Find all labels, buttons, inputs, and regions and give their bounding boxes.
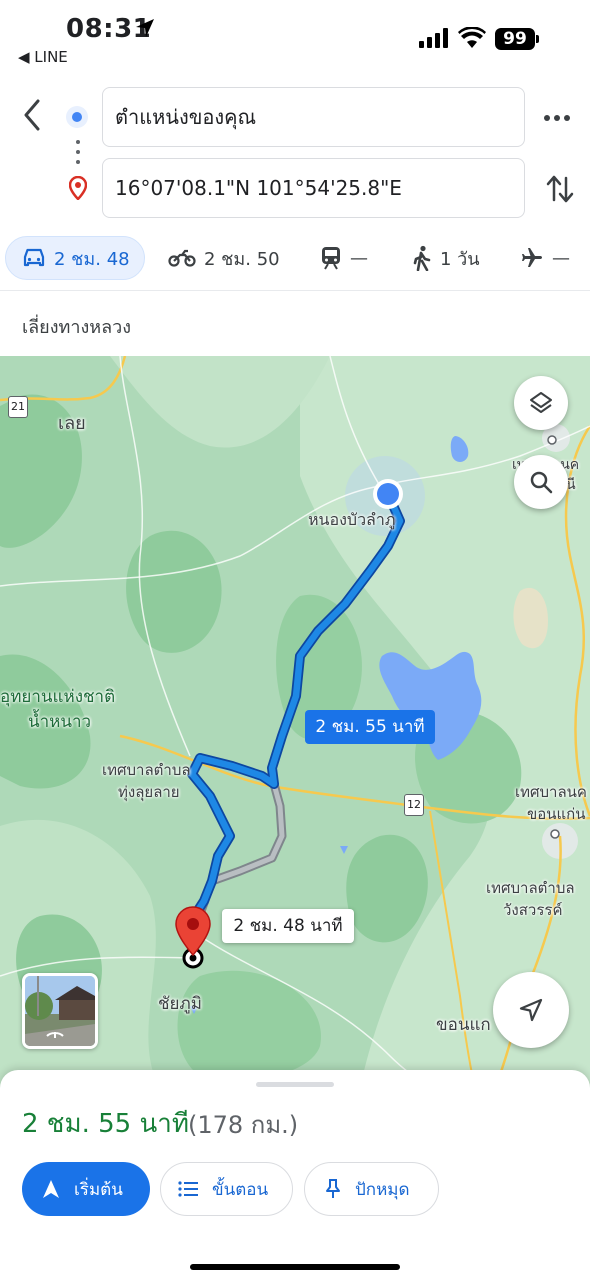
mode-tab-motorcycle[interactable]: 2 ชม. 50 — [168, 236, 280, 280]
route-shield-12: 12 — [404, 794, 424, 816]
wifi-icon — [458, 27, 486, 48]
navigation-start-icon — [43, 1180, 59, 1198]
travel-mode-tabs: 2 ชม. 48 2 ชม. 50 — 1 วัน — — [0, 236, 590, 284]
steps-button-label: ขั้นตอน — [212, 1179, 269, 1200]
mode-tab-flight[interactable]: — — [520, 236, 570, 280]
navigation-arrow-icon — [519, 998, 543, 1022]
street-view-image — [25, 976, 95, 1046]
steps-button[interactable]: ขั้นตอน — [160, 1162, 293, 1216]
list-icon — [178, 1181, 198, 1197]
more-options-icon[interactable] — [540, 108, 574, 128]
map-label-nong-bua-lamphu: หนองบัวลำภู — [308, 510, 396, 529]
trip-distance: (178 กม.) — [188, 1111, 299, 1139]
mode-tab-drive[interactable]: 2 ชม. 48 — [5, 236, 145, 280]
mode-walk-label: 1 วัน — [440, 248, 480, 270]
map-label-national-park-2: น้ำหนาว — [28, 712, 92, 732]
home-indicator — [190, 1264, 400, 1270]
pushpin-icon — [326, 1179, 340, 1198]
motorcycle-icon — [168, 249, 196, 267]
back-button[interactable] — [14, 95, 50, 135]
start-button-label: เริ่มต้น — [74, 1179, 123, 1200]
destination-marker-icon[interactable] — [175, 906, 211, 956]
alt-route-time-badge[interactable]: 2 ชม. 48 นาที — [222, 909, 354, 943]
route-time-badge[interactable]: 2 ชม. 55 นาที — [305, 710, 435, 744]
car-icon — [23, 248, 45, 267]
plane-icon — [522, 248, 542, 267]
mode-tab-transit[interactable]: — — [320, 236, 368, 280]
route-shield-21: 21 — [8, 396, 28, 418]
cellular-signal-icon — [419, 28, 448, 48]
directions-sheet: 2 ชม. 55 นาที (178 กม.) เริ่มต้น ขั้นตอน… — [0, 1070, 590, 1280]
route-option-note: เลี่ยงทางหลวง — [22, 317, 132, 338]
layers-icon — [530, 392, 552, 413]
map-label-loei: เลย — [58, 413, 86, 434]
mode-motorcycle-label: 2 ชม. 50 — [204, 248, 280, 270]
map-label-wang-sawat-2: วังสวรรค์ — [503, 901, 563, 919]
battery-indicator: 99 — [495, 28, 535, 50]
battery-tip — [536, 35, 539, 43]
train-icon — [322, 247, 340, 270]
map-label-national-park-1: อุทยานแห่งชาติ — [0, 687, 116, 707]
search-icon — [530, 471, 553, 494]
map-label-khon-kaen: ขอนแก — [436, 1015, 491, 1035]
start-button[interactable]: เริ่มต้น — [22, 1162, 150, 1216]
mode-flight-label: — — [552, 247, 570, 269]
route-connector-dots — [76, 140, 80, 170]
map-label-chaiyaphum: ชัยภูมิ — [158, 994, 202, 1014]
mode-drive-label: 2 ชม. 48 — [54, 248, 130, 270]
map-label-wang-sawat-1: เทศบาลตำบล — [486, 879, 575, 897]
status-bar: 08:31 ◀ LINE 99 — [0, 0, 590, 72]
map-label-khon-kaen-muni-1: เทศบาลนค — [515, 783, 587, 801]
mode-transit-label: — — [350, 247, 368, 269]
destination-pin-icon — [69, 176, 87, 200]
layers-button[interactable] — [514, 376, 568, 430]
pin-button-label: ปักหมุด — [355, 1179, 410, 1200]
destination-input[interactable]: 16°07'08.1"N 101°54'25.8"E — [102, 158, 525, 218]
back-to-app-link[interactable]: ◀ LINE — [18, 48, 68, 66]
trip-duration: 2 ชม. 55 นาที — [22, 1109, 189, 1139]
map-label-thung-lui-lai-2: ทุ่งลุยลาย — [118, 783, 180, 801]
origin-dot-icon — [66, 106, 88, 128]
street-view-thumbnail[interactable] — [22, 973, 98, 1049]
pin-button[interactable]: ปักหมุด — [304, 1162, 439, 1216]
header-divider — [0, 290, 590, 291]
recenter-button[interactable] — [493, 972, 569, 1048]
sheet-drag-handle[interactable] — [256, 1082, 334, 1087]
map-view[interactable]: เลย หนองบัวลำภู อุทยานแห่งชาติ น้ำหนาว เ… — [0, 356, 590, 1088]
walk-icon — [413, 245, 431, 271]
mode-tab-walk[interactable]: 1 วัน — [412, 236, 480, 280]
location-arrow-icon — [136, 19, 154, 37]
swap-directions-icon[interactable] — [544, 172, 576, 206]
map-label-khon-kaen-muni-2: ขอนแก่น — [527, 805, 586, 823]
map-label-thung-lui-lai-1: เทศบาลตำบล — [102, 761, 191, 779]
map-search-button[interactable] — [514, 455, 568, 509]
origin-input[interactable]: ตำแหน่งของคุณ — [102, 87, 525, 147]
